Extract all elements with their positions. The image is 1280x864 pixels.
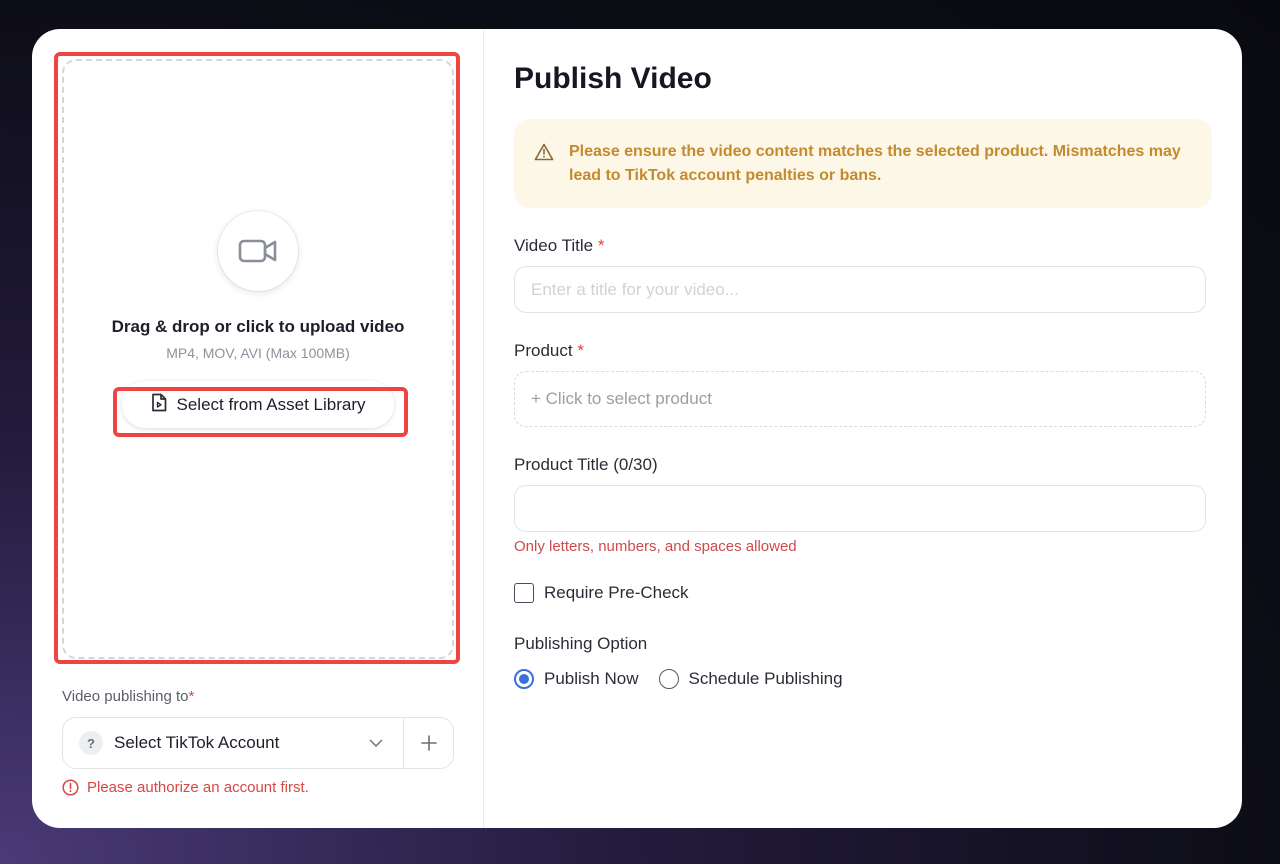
precheck-label: Require Pre-Check <box>544 583 689 602</box>
radio-button[interactable] <box>658 669 679 689</box>
radio-label: Publish Now <box>544 669 639 688</box>
account-select-placeholder: Select TikTok Account <box>114 733 280 752</box>
account-error: Please authorize an account first. <box>62 779 309 796</box>
required-mark: * <box>597 236 605 255</box>
radio-publish-now[interactable]: Publish Now <box>514 669 639 689</box>
alert-circle-icon <box>62 779 79 796</box>
publishing-option-label: Publishing Option <box>514 634 648 653</box>
product-title-input[interactable] <box>514 485 1206 532</box>
plus-icon <box>420 735 437 751</box>
publish-form: Publish Video Please ensure the video co… <box>514 29 1242 828</box>
required-mark: * <box>577 341 584 360</box>
product-title-label: Product Title (0/30) <box>514 455 658 474</box>
account-dropdown[interactable]: ? Select TikTok Account <box>63 718 403 768</box>
precheck-option[interactable]: Require Pre-Check <box>514 583 689 603</box>
chevron-down-icon <box>361 739 391 748</box>
radio-label: Schedule Publishing <box>688 669 843 688</box>
publishing-to-text: Video publishing to <box>62 688 189 705</box>
add-account-button[interactable] <box>403 718 453 768</box>
radio-button[interactable] <box>514 669 534 689</box>
publishing-option-group: Publish Now Schedule Publishing <box>514 669 863 689</box>
video-title-label: Video Title * <box>514 236 604 256</box>
warning-alert: Please ensure the video content matches … <box>514 119 1212 208</box>
precheck-checkbox[interactable] <box>514 583 534 603</box>
account-error-text: Please authorize an account first. <box>87 779 309 796</box>
product-label-text: Product <box>514 341 573 360</box>
warning-alert-text: Please ensure the video content matches … <box>569 143 1181 184</box>
product-label: Product * <box>514 341 584 361</box>
question-icon: ? <box>79 731 103 755</box>
video-title-input[interactable] <box>514 266 1206 313</box>
required-mark: * <box>188 688 195 705</box>
product-title-hint: Only letters, numbers, and spaces allowe… <box>514 538 797 555</box>
page-title: Publish Video <box>514 62 712 95</box>
warning-triangle-icon <box>534 143 554 166</box>
tiktok-account-select: ? Select TikTok Account <box>62 717 454 769</box>
dropzone-highlight <box>54 52 460 664</box>
product-select-button[interactable]: + Click to select product <box>514 371 1206 427</box>
asset-button-highlight <box>113 387 408 437</box>
upload-column: Drag & drop or click to upload video MP4… <box>32 29 484 828</box>
radio-schedule-publishing[interactable]: Schedule Publishing <box>658 669 843 689</box>
publishing-to-label: Video publishing to* <box>62 688 194 705</box>
video-title-label-text: Video Title <box>514 236 594 255</box>
publish-panel: Drag & drop or click to upload video MP4… <box>32 29 1242 828</box>
